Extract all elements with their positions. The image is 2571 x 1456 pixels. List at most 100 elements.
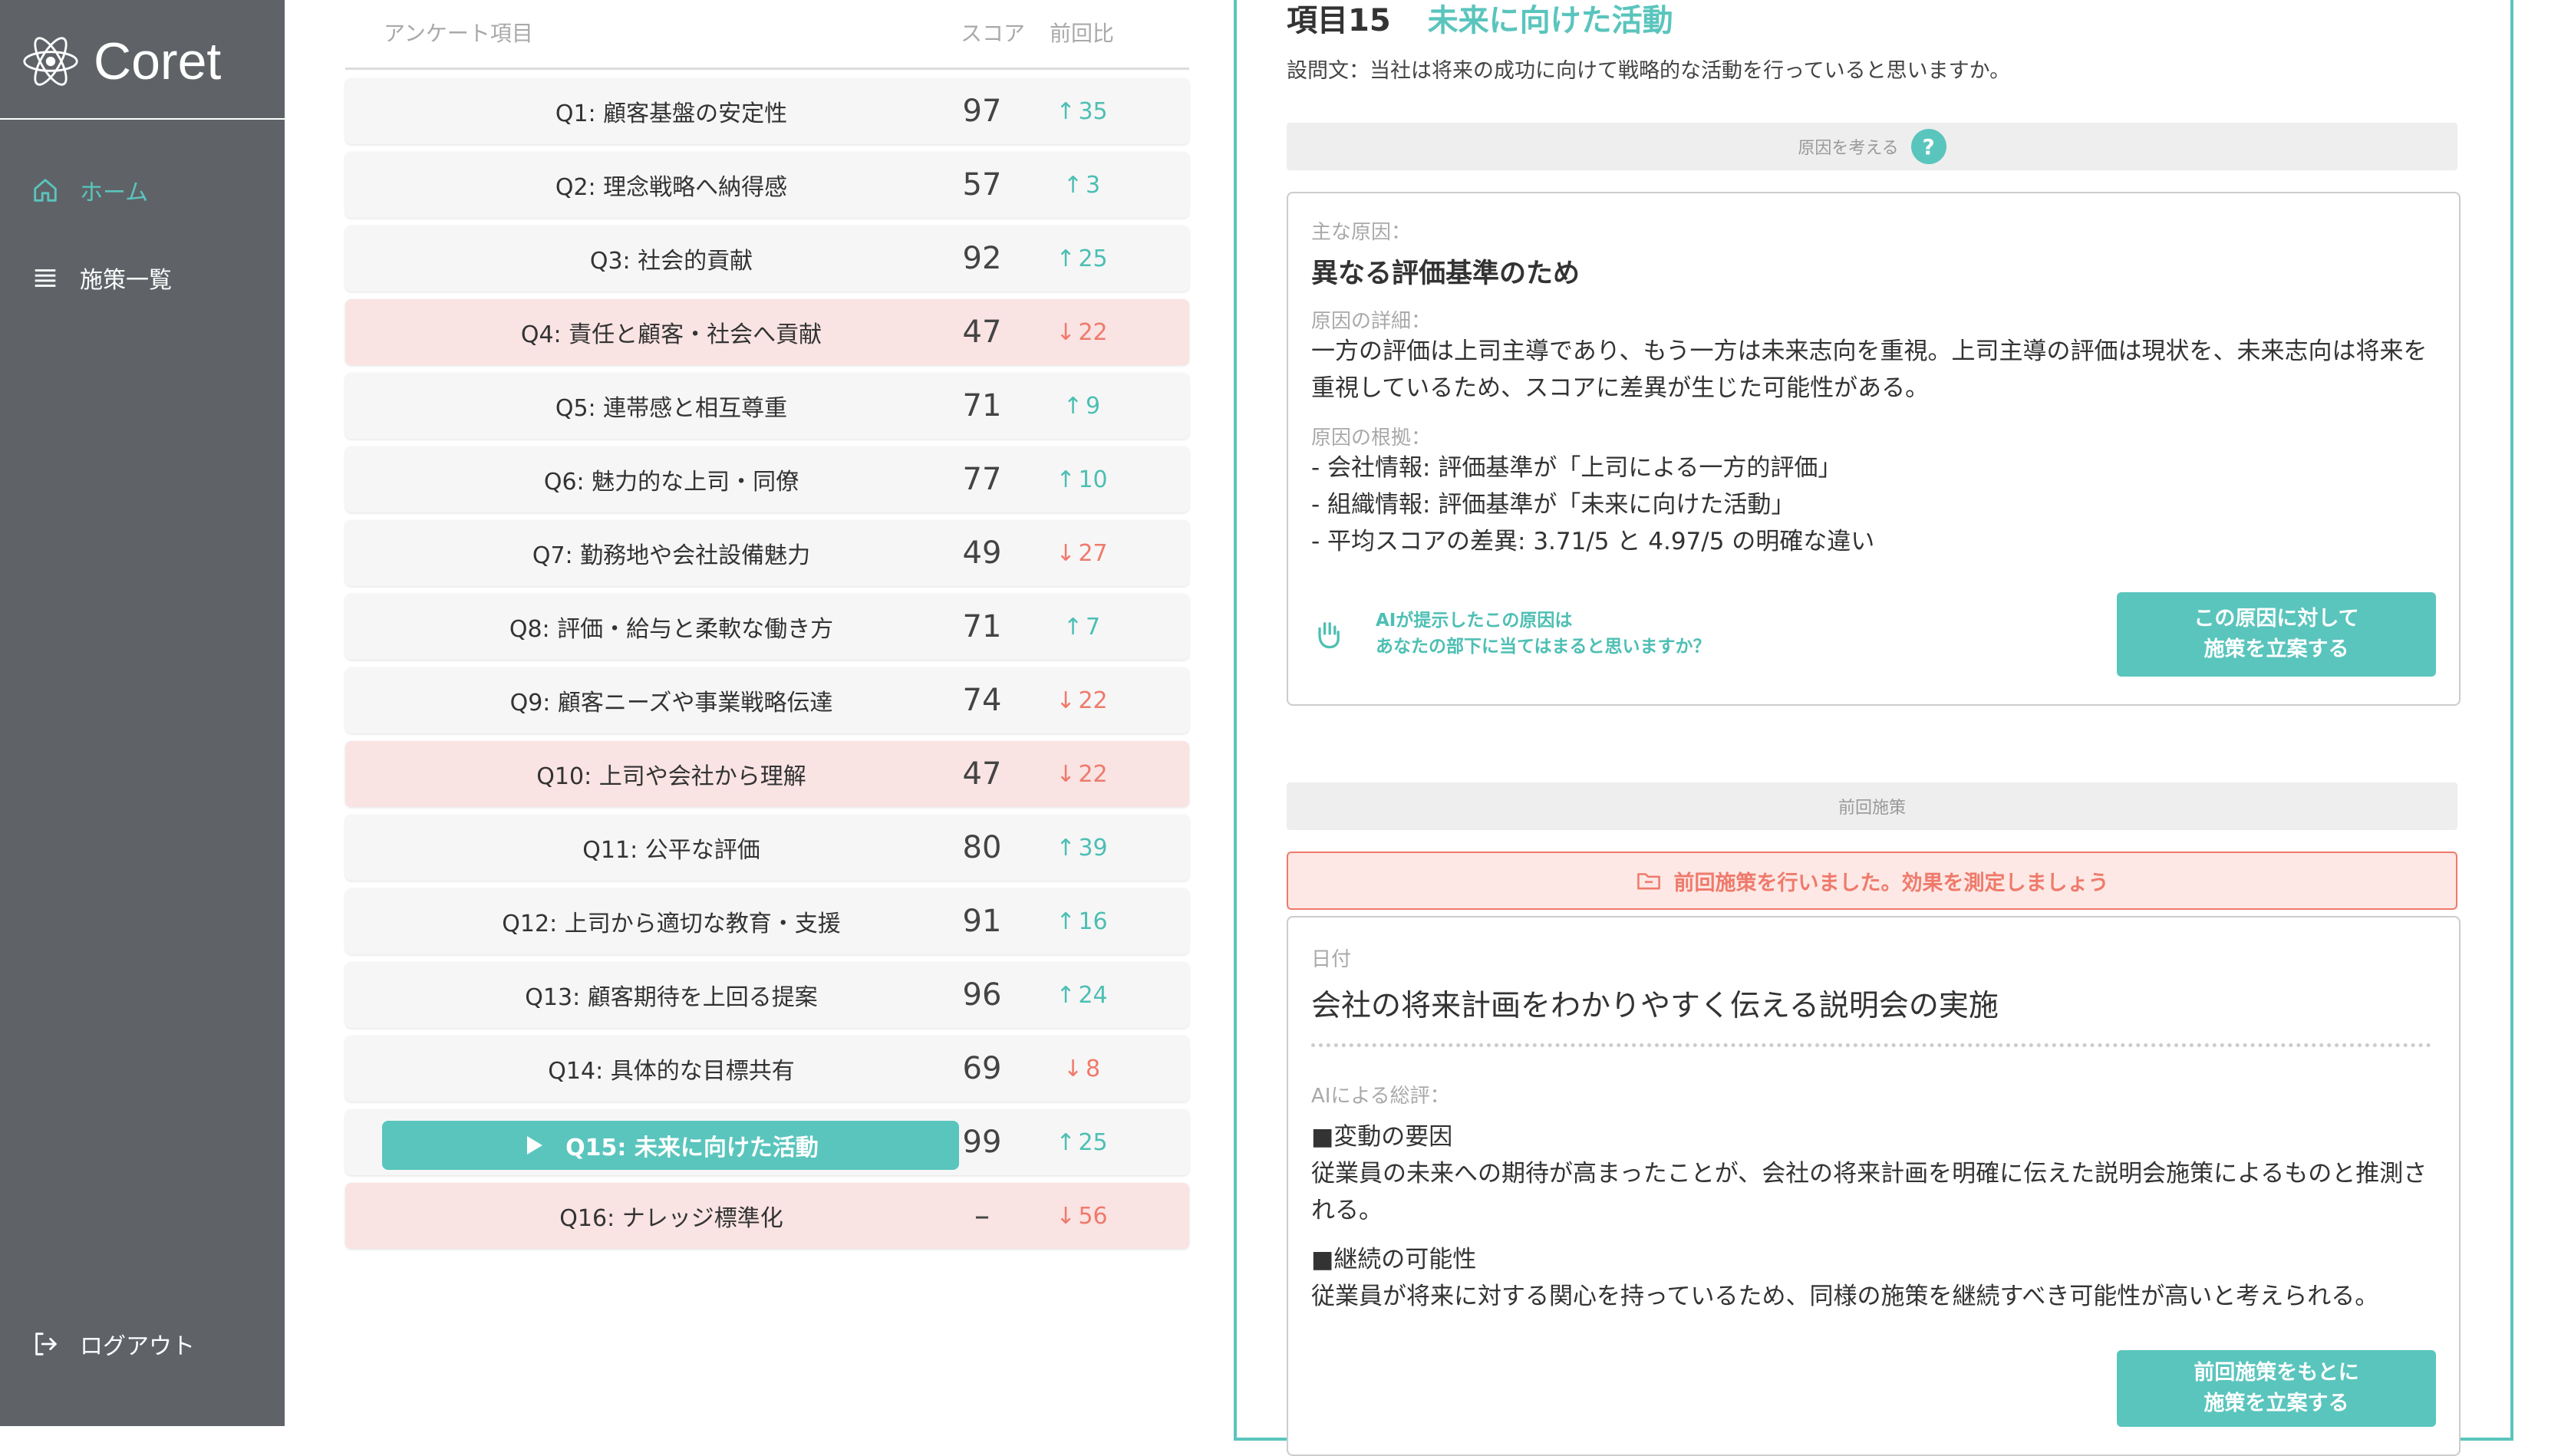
nav-home[interactable]: ホーム: [31, 173, 148, 207]
survey-row[interactable]: Q7: 勤務地や会社設備魅力 49 ↓ 27: [345, 520, 1189, 586]
plan-from-previous-line2: 施策を立案する: [2203, 1392, 2349, 1415]
cause-basis-item: - 組織情報: 評価基準が「未来に向けた活動」: [1311, 491, 1795, 519]
factor-text: 従業員の未来への期待が高まったことが、会社の将来計画を明確に伝えた説明会施策によ…: [1311, 1160, 2428, 1224]
diff-number: 7: [1086, 613, 1101, 641]
diff-value: ↑ 25: [1040, 226, 1124, 292]
diff-number: 25: [1078, 1128, 1108, 1156]
diff-number: 22: [1078, 687, 1108, 714]
arrow-up-icon: ↑: [1056, 1128, 1076, 1156]
logout-icon: [35, 1332, 57, 1356]
diff-number: 10: [1078, 466, 1108, 493]
list-icon: [35, 269, 56, 287]
item-heading: 項目15 未来に向けた活動: [1287, 0, 1673, 40]
survey-row[interactable]: Q11: 公平な評価 80 ↑ 39: [345, 815, 1189, 881]
diff-number: 22: [1078, 318, 1108, 346]
score-value: 92: [962, 241, 1002, 276]
survey-row[interactable]: Q2: 理念戦略へ納得感 57 ↑ 3: [345, 152, 1189, 218]
main-cause-label: 主な原因：: [1311, 221, 1412, 244]
diff-number: 24: [1078, 981, 1108, 1009]
main-cause: 異なる評価基準のため: [1311, 259, 1581, 289]
survey-row[interactable]: Q14: 具体的な目標共有 69 ↓ 8: [345, 1036, 1189, 1102]
arrow-up-icon: ↑: [1056, 981, 1076, 1009]
score-value: 47: [962, 315, 1002, 350]
question-label: Q7: 勤務地や会社設備魅力: [532, 542, 811, 569]
arrow-up-icon: ↑: [1056, 97, 1076, 125]
diff-value: ↑ 25: [1040, 1109, 1124, 1175]
diff-number: 16: [1078, 908, 1108, 935]
previous-section-label: 前回施策: [1838, 799, 1906, 818]
question-label: Q11: 公平な評価: [582, 837, 760, 864]
nav-logout[interactable]: ログアウト: [31, 1327, 195, 1361]
score-value: 74: [962, 683, 1002, 718]
cause-basis-item: - 平均スコアの差異: 3.71/5 と 4.97/5 の明確な違い: [1311, 528, 1875, 555]
ai-review-label: AIによる総評：: [1311, 1085, 1450, 1108]
arrow-down-icon: ↓: [1056, 539, 1076, 567]
diff-value: ↑ 16: [1040, 888, 1124, 954]
arrow-down-icon: ↓: [1056, 318, 1076, 346]
arrow-down-icon: ↓: [1056, 1202, 1076, 1230]
survey-row[interactable]: Q15: 未来に向けた活動 99 ↑ 25: [345, 1109, 1189, 1175]
diff-number: 27: [1078, 539, 1108, 567]
score-value: 71: [962, 609, 1002, 644]
diff-value: ↓ 22: [1040, 667, 1124, 733]
arrow-up-icon: ↑: [1063, 171, 1083, 199]
survey-row[interactable]: Q1: 顧客基盤の安定性 97 ↑ 35: [345, 78, 1189, 144]
cause-basis-label: 原因の根拠：: [1311, 427, 1432, 450]
arrow-down-icon: ↓: [1056, 687, 1076, 714]
question-label: Q6: 魅力的な上司・同僚: [543, 469, 799, 496]
arrow-up-icon: ↑: [1056, 908, 1076, 935]
diff-value: ↓ 27: [1040, 520, 1124, 586]
question-label: Q8: 評価・給与と柔軟な働き方: [509, 616, 834, 643]
atom-logo-icon: [23, 37, 78, 86]
score-value: 80: [962, 830, 1002, 865]
arrow-up-icon: ↑: [1056, 834, 1076, 861]
survey-row[interactable]: Q3: 社会的貢献 92 ↑ 25: [345, 226, 1189, 292]
plan-from-cause-button[interactable]: この原因に対して 施策を立案する: [2117, 592, 2436, 677]
nav-measures-label: 施策一覧: [80, 267, 172, 294]
folder-icon: [1637, 873, 1660, 890]
selected-question-pill[interactable]: Q15: 未来に向けた活動: [382, 1121, 959, 1170]
brand[interactable]: Coret: [21, 23, 221, 100]
score-value: 96: [962, 977, 1002, 1013]
date-label: 日付: [1311, 948, 1352, 971]
play-icon: [527, 1136, 543, 1155]
diff-value: ↓ 8: [1040, 1036, 1124, 1102]
survey-row[interactable]: Q16: ナレッジ標準化 – ↓ 56: [345, 1183, 1189, 1249]
help-icon[interactable]: ?: [1910, 129, 1946, 164]
survey-row[interactable]: Q8: 評価・給与と柔軟な働き方 71 ↑ 7: [345, 594, 1189, 660]
plan-from-cause-line1: この原因に対して: [2194, 607, 2359, 631]
survey-row[interactable]: Q12: 上司から適切な教育・支援 91 ↑ 16: [345, 888, 1189, 954]
previous-section-bar: 前回施策: [1287, 782, 2457, 830]
survey-row[interactable]: Q10: 上司や会社から理解 47 ↓ 22: [345, 741, 1189, 807]
ai-question-line2: あなたの部下に当てはまると思いますか？: [1376, 637, 1711, 657]
score-value: 49: [962, 535, 1002, 571]
plan-from-previous-button[interactable]: 前回施策をもとに 施策を立案する: [2117, 1350, 2436, 1427]
score-value: 57: [962, 167, 1002, 203]
dotted-divider: [1311, 1043, 2431, 1047]
question-text: 設問文：当社は将来の成功に向けて戦略的な活動を行っていると思いますか。: [1287, 59, 2011, 83]
continuity-heading: ■継続の可能性: [1311, 1246, 1477, 1273]
header-item: アンケート項目: [384, 21, 533, 46]
survey-row[interactable]: Q6: 魅力的な上司・同僚 77 ↑ 10: [345, 446, 1189, 512]
diff-number: 3: [1086, 171, 1101, 199]
survey-row[interactable]: Q5: 連帯感と相互尊重 71 ↑ 9: [345, 373, 1189, 439]
previous-measure-title: 会社の将来計画をわかりやすく伝える説明会の実施: [1311, 989, 1999, 1023]
nav-measures[interactable]: 施策一覧: [31, 261, 172, 295]
survey-row[interactable]: Q13: 顧客期待を上回る提案 96 ↑ 24: [345, 962, 1189, 1028]
question-label: Q13: 顧客期待を上回る提案: [525, 984, 818, 1011]
brand-divider: [0, 118, 285, 120]
cause-detail: 一方の評価は上司主導であり、もう一方は未来志向を重視。上司主導の評価は現状を、未…: [1311, 338, 2428, 402]
previous-notice: 前回施策を行いました。効果を測定しましょう: [1287, 852, 2457, 910]
question-label: Q1: 顧客基盤の安定性: [555, 100, 788, 127]
diff-number: 9: [1086, 392, 1101, 420]
diff-value: ↑ 9: [1040, 373, 1124, 439]
diff-value: ↓ 22: [1040, 741, 1124, 807]
question-label: Q9: 顧客ニーズや事業戦略伝達: [509, 690, 833, 716]
ai-question-line1: AIが提示したこの原因は: [1376, 611, 1573, 631]
score-value: 77: [962, 462, 1002, 497]
score-value: 97: [962, 94, 1002, 129]
continuity-text: 従業員が将来に対する関心を持っているため、同様の施策を継続すべき可能性が高いと考…: [1311, 1283, 2379, 1310]
survey-row[interactable]: Q4: 責任と顧客・社会へ貢献 47 ↓ 22: [345, 299, 1189, 365]
score-value: 47: [962, 756, 1002, 792]
survey-row[interactable]: Q9: 顧客ニーズや事業戦略伝達 74 ↓ 22: [345, 667, 1189, 733]
